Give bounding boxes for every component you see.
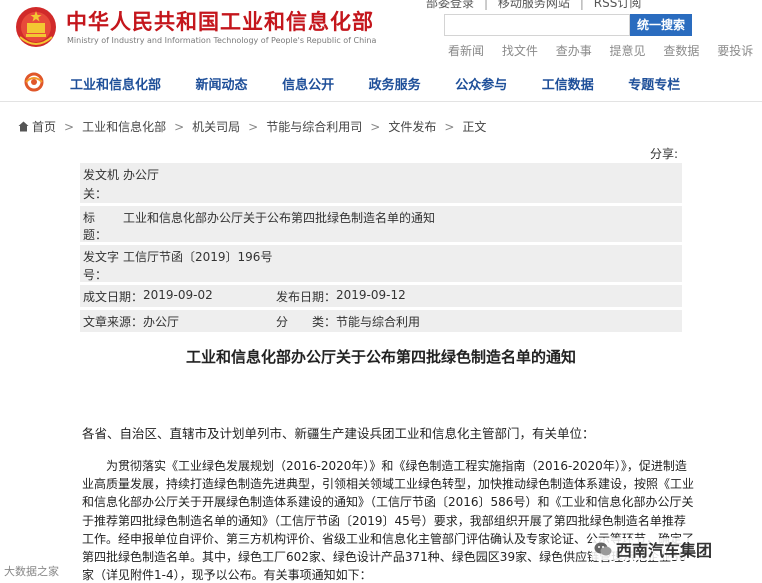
document-meta-table: 发文机 关： 办公厅 标 题： 工业和信息化部办公厅关于公布第四批绿色制造名单的… xyxy=(80,163,682,335)
breadcrumb-home[interactable]: 首页 xyxy=(32,120,56,134)
quick-link-data[interactable]: 查数据 xyxy=(663,44,699,58)
issuer-value: 办公厅 xyxy=(123,168,160,182)
docno-value: 工信厅节函〔2019〕196号 xyxy=(123,250,273,264)
nav-item-info-disclosure[interactable]: 信息公开 xyxy=(282,78,334,93)
title-label-line2: 题： xyxy=(83,228,108,242)
main-nav: 工业和信息化部 新闻动态 信息公开 政务服务 公众参与 工信数据 专题专栏 xyxy=(0,62,762,102)
created-date-label: 成文日期： xyxy=(83,290,144,304)
nav-item-public-participation[interactable]: 公众参与 xyxy=(455,78,507,93)
search-button[interactable]: 统一搜索 xyxy=(630,14,692,36)
document-title: 工业和信息化部办公厅关于公布第四批绿色制造名单的通知 xyxy=(185,348,576,366)
watermark-right: 西南汽车集团 xyxy=(592,538,717,560)
search-input[interactable] xyxy=(444,14,630,36)
wechat-icon xyxy=(594,542,612,556)
meta-row-dates: 成文日期： 2019-09-02 发布日期： 2019-09-12 xyxy=(80,285,682,307)
nav-item-special-topics[interactable]: 专题专栏 xyxy=(628,78,680,93)
breadcrumb-ministry[interactable]: 工业和信息化部 xyxy=(82,120,166,134)
breadcrumb-current: 正文 xyxy=(462,120,487,134)
document-salutation: 各省、自治区、直辖市及计划单列市、新疆生产建设兵团工业和信息化主管部门，有关单位… xyxy=(82,426,595,441)
issuer-label-line2: 关： xyxy=(83,187,108,201)
nav-item-gov-services[interactable]: 政务服务 xyxy=(369,78,421,93)
watermark-left: 大数据之家 xyxy=(4,565,59,578)
title-value: 工业和信息化部办公厅关于公布第四批绿色制造名单的通知 xyxy=(123,211,436,225)
meta-row-source: 文章来源： 办公厅 分 类： 节能与综合利用 xyxy=(80,310,682,332)
watermark-right-text: 西南汽车集团 xyxy=(616,541,713,560)
quick-link-services[interactable]: 查办事 xyxy=(556,44,592,58)
issuer-label-line1: 发文机 xyxy=(83,168,120,182)
quick-link-feedback[interactable]: 提意见 xyxy=(610,44,646,58)
home-icon xyxy=(18,121,29,132)
national-emblem-icon[interactable] xyxy=(14,3,58,51)
title-label-line1: 标 xyxy=(83,211,96,225)
docno-label-line1: 发文字 xyxy=(83,250,120,264)
mobile-site-link[interactable]: 移动服务网站 xyxy=(498,0,570,10)
quick-link-news[interactable]: 看新闻 xyxy=(448,44,484,58)
document-body-paragraph: 为贯彻落实《工业绿色发展规划（2016-2020年）》和《绿色制造工程实施指南（… xyxy=(82,459,695,583)
category-value: 节能与综合利用 xyxy=(336,315,421,329)
top-links: 部委登录 | 移动服务网站 | RSS订阅 xyxy=(426,0,645,11)
published-date-value: 2019-09-12 xyxy=(336,288,406,302)
breadcrumb: 首页 > 工业和信息化部 > 机关司局 > 节能与综合利用司 > 文件发布 > 正文 xyxy=(18,118,486,135)
site-subtitle: Ministry of Industry and Information Tec… xyxy=(67,36,377,45)
quick-link-files[interactable]: 找文件 xyxy=(502,44,538,58)
nav-item-ministry[interactable]: 工业和信息化部 xyxy=(70,78,161,93)
breadcrumb-departments[interactable]: 机关司局 xyxy=(192,120,240,134)
login-link[interactable]: 部委登录 xyxy=(426,0,474,10)
quick-link-complaint[interactable]: 要投诉 xyxy=(717,44,753,58)
site-title[interactable]: 中华人民共和国工业和信息化部 xyxy=(66,6,374,36)
quick-links: 看新闻 找文件 查办事 提意见 查数据 要投诉 xyxy=(448,42,762,59)
logo-swirl-icon[interactable] xyxy=(24,72,44,92)
meta-row-issuer: 发文机 关： 办公厅 xyxy=(80,163,682,203)
category-label: 分 类： xyxy=(276,315,337,329)
site-header: 中华人民共和国工业和信息化部 Ministry of Industry and … xyxy=(0,0,762,62)
docno-label-line2: 号： xyxy=(83,268,108,282)
meta-row-docno: 发文字 号： 工信厅节函〔2019〕196号 xyxy=(80,245,682,282)
share-label[interactable]: 分享: xyxy=(650,145,678,162)
breadcrumb-documents[interactable]: 文件发布 xyxy=(388,120,436,134)
breadcrumb-energy-dept[interactable]: 节能与综合利用司 xyxy=(266,120,362,134)
rss-link[interactable]: RSS订阅 xyxy=(594,0,642,10)
published-date-label: 发布日期： xyxy=(276,290,337,304)
created-date-value: 2019-09-02 xyxy=(143,288,213,302)
meta-row-title: 标 题： 工业和信息化部办公厅关于公布第四批绿色制造名单的通知 xyxy=(80,206,682,242)
nav-item-news[interactable]: 新闻动态 xyxy=(196,78,248,93)
source-label: 文章来源： xyxy=(83,315,144,329)
source-value: 办公厅 xyxy=(143,315,180,329)
nav-item-data[interactable]: 工信数据 xyxy=(542,78,594,93)
